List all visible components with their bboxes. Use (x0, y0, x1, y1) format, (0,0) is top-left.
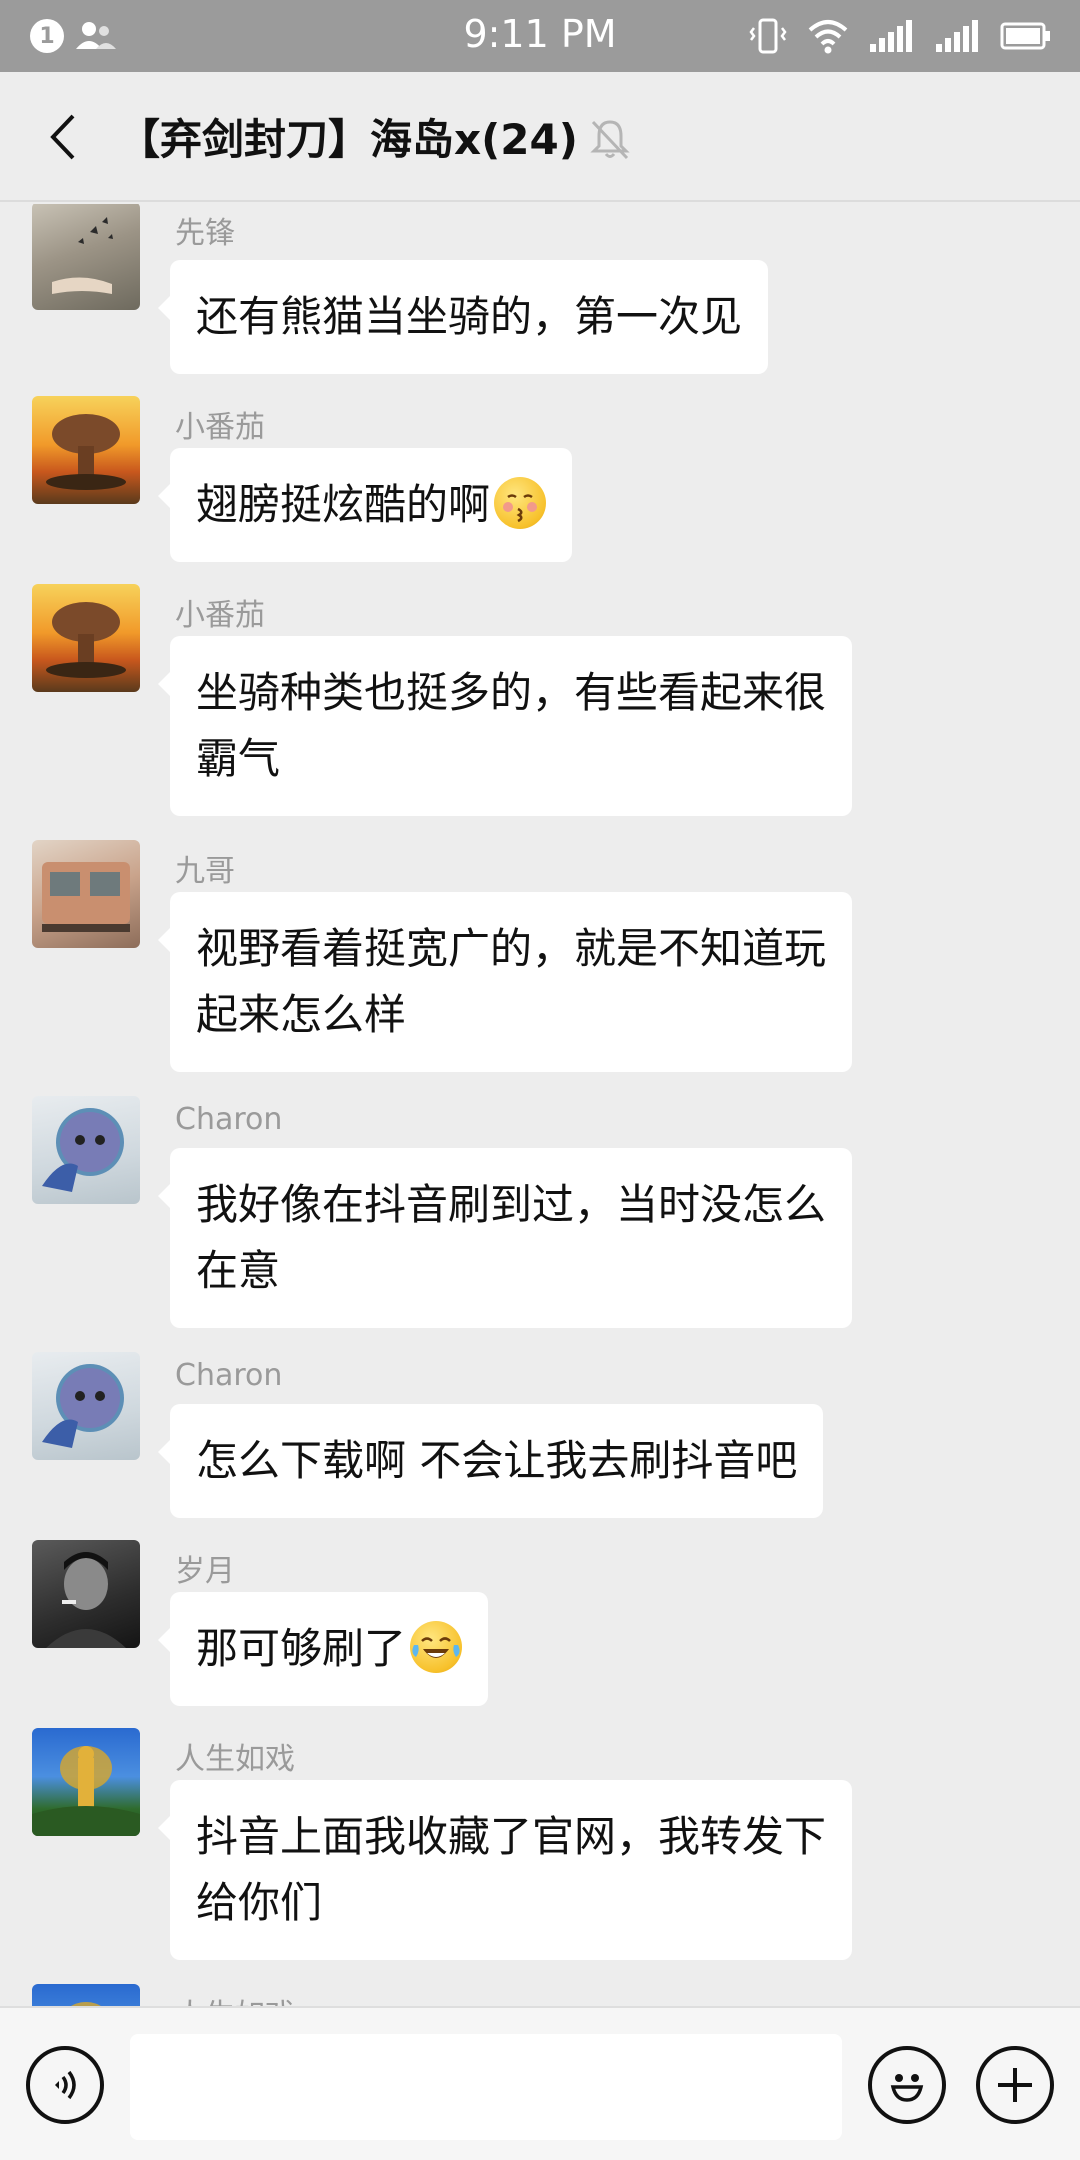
message-text-line: 抖音上面我收藏了官网，我转发下 (196, 1812, 827, 1861)
message-text-line: 我好像在抖音刷到过，当时没怎么 (196, 1180, 827, 1229)
message-text-line: 怎么下载啊 不会让我去刷抖音吧 (196, 1436, 798, 1485)
bell-muted-icon (590, 120, 630, 160)
input-bar (0, 2006, 1080, 2160)
mushroom-cloud-avatar[interactable] (32, 396, 140, 504)
message-text-line: 在意 (196, 1246, 281, 1295)
statue-avatar[interactable] (32, 1984, 140, 2006)
message-text-line: 起来怎么样 (196, 990, 407, 1039)
message-bubble[interactable]: 那可够刷了 (157, 1592, 489, 1706)
stitch-avatar[interactable] (32, 1352, 140, 1460)
message-text-line: 视野看着挺宽广的，就是不知道玩 (196, 924, 827, 973)
voice-button[interactable] (26, 2046, 104, 2124)
tears-of-joy-emoji (410, 1621, 463, 1673)
hand-butterflies-avatar[interactable] (32, 204, 140, 310)
sender-name: 小番茄 (175, 598, 265, 633)
status-bar: 1 9:11 PM (0, 0, 1080, 72)
man-portrait-avatar[interactable] (32, 1540, 140, 1648)
mushroom-cloud-image (46, 602, 126, 678)
statue-avatar[interactable] (32, 1728, 140, 1836)
wifi-icon (808, 20, 848, 54)
battery-icon (1000, 22, 1050, 50)
message-bubble[interactable]: 我好像在抖音刷到过，当时没怎么 在意 (157, 1148, 853, 1328)
message-text-line: 坐骑种类也挺多的，有些看起来很 (196, 668, 827, 717)
stitch-avatar[interactable] (32, 1096, 140, 1204)
message-input[interactable] (130, 2034, 842, 2140)
chat-screen: 1 9:11 PM 【弃剑封刀】海岛x(24) 先锋 还有熊猫当坐骑的，第一次见… (0, 0, 1080, 2160)
message-text-line: 霸气 (196, 734, 281, 783)
sender-name: Charon (175, 1358, 283, 1393)
sender-name: 人生如戏 (175, 1742, 295, 1777)
stitch-image (42, 1364, 124, 1448)
signal-sim1-icon (870, 20, 912, 52)
kissing-face-emoji (494, 477, 547, 529)
message-list[interactable]: 先锋 还有熊猫当坐骑的，第一次见 小番茄 翅膀挺炫酷的啊 小番茄 坐骑种类也挺多… (0, 204, 1080, 2006)
message-text-line: 给你们 (196, 1878, 323, 1927)
sender-name: 岁月 (175, 1554, 235, 1589)
message-text-line: 翅膀挺炫酷的啊 (196, 480, 491, 529)
mushroom-cloud-image (46, 414, 126, 490)
sender-name: Charon (175, 1102, 283, 1137)
chat-header: 【弃剑封刀】海岛x(24) (0, 72, 1080, 202)
sender-name: 九哥 (175, 854, 235, 889)
smiley-icon (890, 2074, 924, 2102)
message-bubble[interactable]: 视野看着挺宽广的，就是不知道玩 起来怎么样 (157, 892, 853, 1072)
more-actions-button[interactable] (976, 2046, 1054, 2124)
plus-icon (998, 2068, 1032, 2102)
back-button[interactable] (28, 102, 98, 172)
message-bubble[interactable]: 坐骑种类也挺多的，有些看起来很 霸气 (157, 636, 853, 816)
status-right (748, 16, 1052, 56)
emoji-button[interactable] (868, 2046, 946, 2124)
hand-butterflies-image (52, 217, 113, 294)
statue-image (71, 2002, 101, 2006)
message-bubble[interactable]: 还有熊猫当坐骑的，第一次见 (157, 260, 769, 374)
mushroom-cloud-avatar[interactable] (32, 584, 140, 692)
vibrate-icon (749, 18, 787, 54)
train-image (42, 862, 130, 932)
sender-name: 小番茄 (175, 410, 265, 445)
man-portrait-image (46, 1552, 126, 1648)
message-bubble[interactable]: 抖音上面我收藏了官网，我转发下 给你们 (157, 1780, 853, 1960)
signal-sim2-icon (936, 20, 978, 52)
chat-title: 【弃剑封刀】海岛x(24) (118, 115, 578, 164)
sender-name: 人生如戏 (175, 1990, 295, 2006)
message-text-line: 还有熊猫当坐骑的，第一次见 (196, 292, 743, 341)
chevron-left-icon (50, 114, 75, 160)
message-bubble[interactable]: 怎么下载啊 不会让我去刷抖音吧 (157, 1404, 824, 1518)
stitch-image (42, 1108, 124, 1192)
statue-image (32, 1746, 140, 1836)
message-text-line: 那可够刷了 (196, 1624, 407, 1673)
message-bubble[interactable]: 翅膀挺炫酷的啊 (157, 448, 573, 562)
voice-icon (55, 2070, 76, 2100)
sender-name: 先锋 (175, 216, 235, 251)
train-avatar[interactable] (32, 840, 140, 948)
